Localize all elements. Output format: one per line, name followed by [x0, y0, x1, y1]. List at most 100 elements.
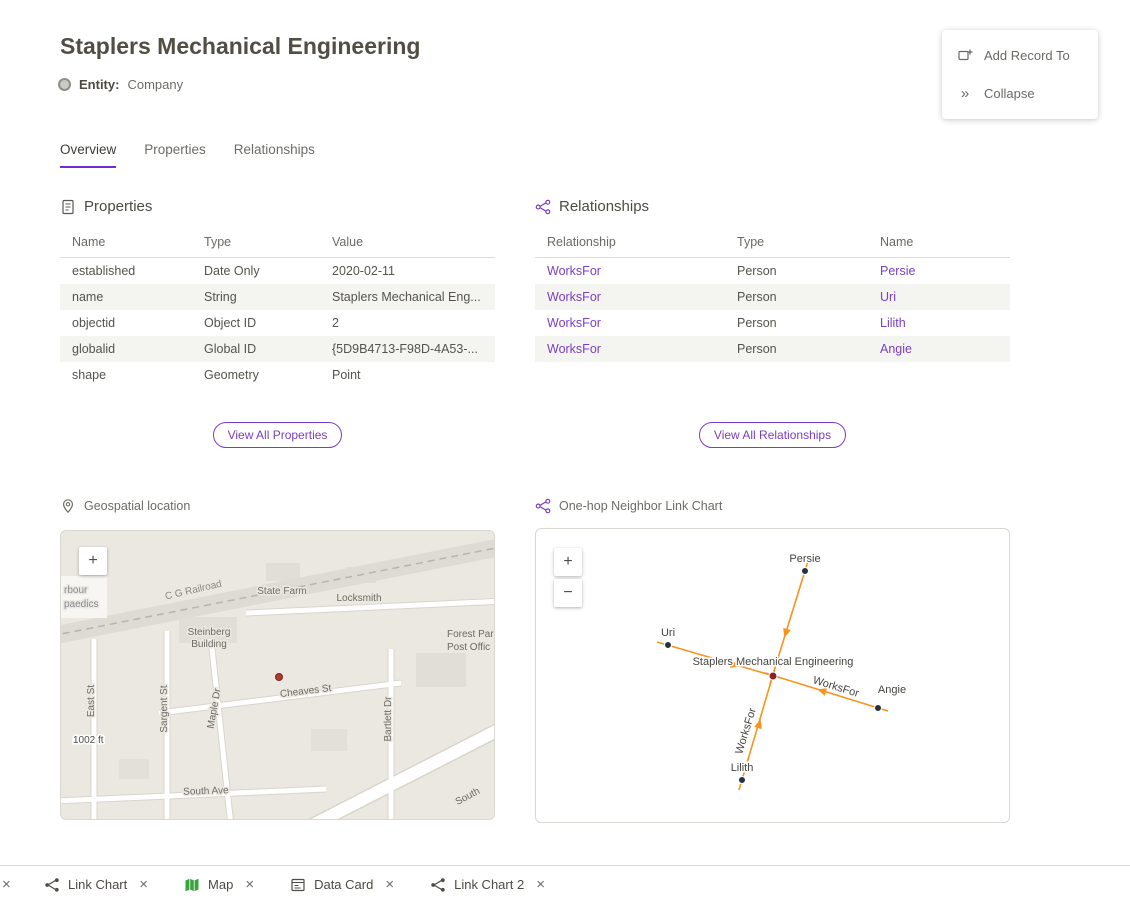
bottom-tab-label: Data Card — [314, 877, 373, 892]
add-record-icon — [957, 47, 973, 63]
bottom-tab-label: Map — [208, 877, 233, 892]
table-header-row: Name Type Value — [60, 227, 495, 258]
prop-name: shape — [60, 362, 192, 388]
map-label-forest-2: Post Offic — [447, 642, 490, 653]
view-all-properties-button[interactable]: View All Properties — [213, 422, 343, 448]
map-panel[interactable]: rbour paedics C G Railroad State Farm Lo… — [60, 530, 495, 820]
bottom-tab-link-chart-2[interactable]: Link Chart 2 × — [430, 876, 545, 893]
map-pin-icon — [60, 498, 76, 514]
geospatial-heading: Geospatial location — [60, 498, 190, 514]
entity-label: Entity: — [79, 77, 119, 92]
relationship-link[interactable]: WorksFor — [547, 342, 601, 356]
node-label-center-company: Staplers Mechanical Engineering — [693, 656, 854, 668]
col-header-name: Name — [868, 227, 1010, 258]
bottom-tab-map[interactable]: Map × — [184, 876, 254, 893]
building — [266, 563, 300, 581]
close-icon[interactable]: × — [2, 876, 16, 893]
prop-value: 2020-02-11 — [320, 258, 495, 285]
prop-value: Point — [320, 362, 495, 388]
relationship-link[interactable]: WorksFor — [547, 264, 601, 278]
tab-properties[interactable]: Properties — [144, 142, 206, 168]
map-zoom-in-button[interactable]: + — [79, 547, 107, 575]
prop-value: Staplers Mechanical Eng... — [320, 284, 495, 310]
close-icon[interactable]: × — [385, 876, 394, 893]
chart-zoom-out-button[interactable]: − — [554, 579, 582, 607]
bottom-tab-link-chart[interactable]: Link Chart × — [44, 876, 148, 893]
col-header-relationship: Relationship — [535, 227, 725, 258]
relationship-link[interactable]: WorksFor — [547, 316, 601, 330]
rel-type: Person — [725, 336, 868, 362]
node-center-company[interactable] — [769, 672, 777, 680]
table-row: name String Staplers Mechanical Eng... — [60, 284, 495, 310]
close-icon[interactable]: × — [245, 876, 254, 893]
bottom-tab-label: Link Chart 2 — [454, 877, 524, 892]
menu-item-collapse[interactable]: » Collapse — [942, 74, 1098, 113]
map-label-south-ave: South Ave — [183, 785, 229, 798]
page-title: Staplers Mechanical Engineering — [60, 33, 420, 60]
table-row: objectid Object ID 2 — [60, 310, 495, 336]
relationships-network-icon — [535, 199, 551, 215]
tab-relationships[interactable]: Relationships — [234, 142, 315, 168]
map-scale-text: 1002 ft — [73, 735, 104, 746]
relationships-title: Relationships — [559, 198, 649, 215]
col-header-type: Type — [192, 227, 320, 258]
view-all-relationships-button[interactable]: View All Relationships — [699, 422, 846, 448]
map-icon — [184, 877, 200, 893]
properties-title: Properties — [84, 198, 152, 215]
properties-form-icon — [60, 199, 76, 215]
link-chart-heading: One-hop Neighbor Link Chart — [535, 498, 722, 514]
prop-type: Date Only — [192, 258, 320, 285]
link-chart-canvas: WorksFor WorksFor Persie Uri Angie Lilit… — [536, 529, 1009, 822]
geospatial-title: Geospatial location — [84, 499, 190, 513]
related-entity-link[interactable]: Angie — [880, 342, 912, 356]
prop-name: established — [60, 258, 192, 285]
relationships-section: Relationships Relationship Type Name Wor… — [535, 198, 1010, 448]
prop-type: Global ID — [192, 336, 320, 362]
building — [311, 729, 347, 751]
related-entity-link[interactable]: Uri — [880, 290, 896, 304]
relationships-table: Relationship Type Name WorksFor Person P… — [535, 227, 1010, 362]
card-tabs: Overview Properties Relationships — [60, 142, 315, 168]
entity-value: Company — [127, 77, 183, 92]
table-row: WorksFor Person Angie — [535, 336, 1010, 362]
link-chart-panel[interactable]: WorksFor WorksFor Persie Uri Angie Lilit… — [535, 528, 1010, 823]
col-header-value: Value — [320, 227, 495, 258]
col-header-name: Name — [60, 227, 192, 258]
node-persie[interactable] — [802, 568, 809, 575]
map-label-locksmith: Locksmith — [336, 593, 381, 604]
relationship-link[interactable]: WorksFor — [547, 290, 601, 304]
related-entity-link[interactable]: Persie — [880, 264, 915, 278]
node-lilith[interactable] — [739, 777, 746, 784]
prop-value: 2 — [320, 310, 495, 336]
bottom-tab-data-card[interactable]: Data Card × — [290, 876, 394, 893]
node-label-uri: Uri — [661, 627, 675, 639]
node-label-persie: Persie — [789, 553, 820, 565]
tab-overview[interactable]: Overview — [60, 142, 116, 168]
link-chart-icon — [430, 877, 446, 893]
node-uri[interactable] — [665, 642, 672, 649]
table-row: established Date Only 2020-02-11 — [60, 258, 495, 285]
col-header-type: Type — [725, 227, 868, 258]
menu-item-add-record-to[interactable]: Add Record To — [942, 36, 1098, 74]
node-label-angie: Angie — [878, 684, 906, 696]
prop-name: objectid — [60, 310, 192, 336]
node-angie[interactable] — [875, 705, 882, 712]
map-label-east-st: East St — [86, 685, 97, 717]
close-icon[interactable]: × — [139, 876, 148, 893]
rel-type: Person — [725, 258, 868, 285]
prop-type: Geometry — [192, 362, 320, 388]
menu-item-label: Collapse — [984, 86, 1035, 101]
chart-zoom-in-button[interactable]: + — [554, 548, 582, 576]
table-row: shape Geometry Point — [60, 362, 495, 388]
map-label-forest-1: Forest Par — [447, 629, 494, 640]
menu-item-label: Add Record To — [984, 48, 1070, 63]
data-card-page: Staplers Mechanical Engineering Entity: … — [0, 0, 1130, 903]
poi-label-patch — [61, 576, 107, 618]
link-chart-icon — [535, 498, 551, 514]
related-entity-link[interactable]: Lilith — [880, 316, 906, 330]
entity-location-marker[interactable] — [276, 674, 283, 681]
close-icon[interactable]: × — [536, 876, 545, 893]
map-canvas: rbour paedics C G Railroad State Farm Lo… — [61, 531, 495, 820]
map-label-state-farm: State Farm — [257, 586, 306, 597]
properties-table: Name Type Value established Date Only 20… — [60, 227, 495, 388]
